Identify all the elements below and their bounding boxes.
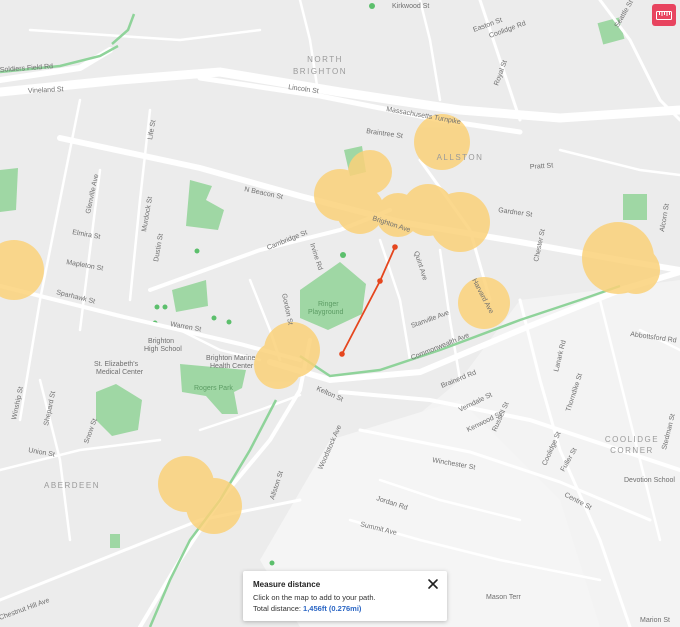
poi-brighton-marine-2: Health Center <box>210 363 254 370</box>
street-label: Devotion School <box>624 477 675 484</box>
hood-coolidge-corner-2: CORNER <box>610 446 654 455</box>
park-ringer-1: Ringer <box>318 301 339 308</box>
hood-north-brighton-2: BRIGHTON <box>293 67 347 76</box>
measure-instruction: Click on the map to add to your path. <box>253 593 376 602</box>
hood-allston: ALLSTON <box>437 153 484 162</box>
poi-st-elizabeths-2: Medical Center <box>96 369 144 376</box>
measure-point[interactable] <box>339 351 345 357</box>
park-ringer-2: Playground <box>308 309 344 316</box>
poi-brighton-marine-1: Brighton Marine <box>206 355 256 362</box>
measure-total-label: Total distance: <box>253 604 301 613</box>
hood-coolidge-corner-1: COOLIDGE <box>605 435 659 444</box>
measure-total-row: Total distance: 1,456ft (0.276mi) <box>253 603 437 614</box>
street-label: Mason Terr <box>486 594 522 601</box>
map-canvas[interactable]: NORTH BRIGHTON ALLSTON ABERDEEN COOLIDGE… <box>0 0 680 627</box>
ruler-icon <box>656 10 672 20</box>
poi-brighton-hs-1: Brighton <box>148 338 174 345</box>
close-icon[interactable] <box>426 577 440 591</box>
measure-point[interactable] <box>392 244 398 250</box>
measure-tool-button[interactable] <box>652 4 676 26</box>
poi-st-elizabeths-1: St. Elizabeth's <box>94 361 139 368</box>
measure-title: Measure distance <box>253 580 321 589</box>
hood-aberdeen: ABERDEEN <box>44 481 100 490</box>
measure-total-value: 1,456ft (0.276mi) <box>303 604 362 613</box>
measure-point[interactable] <box>377 278 383 284</box>
hood-north-brighton-1: NORTH <box>307 55 343 64</box>
park-rogers: Rogers Park <box>194 385 233 392</box>
poi-brighton-hs-2: High School <box>144 346 182 353</box>
street-label: Kirkwood St <box>392 3 429 10</box>
street-label: Marion St <box>640 617 670 624</box>
measure-distance-panel: Measure distance Click on the map to add… <box>243 571 447 621</box>
